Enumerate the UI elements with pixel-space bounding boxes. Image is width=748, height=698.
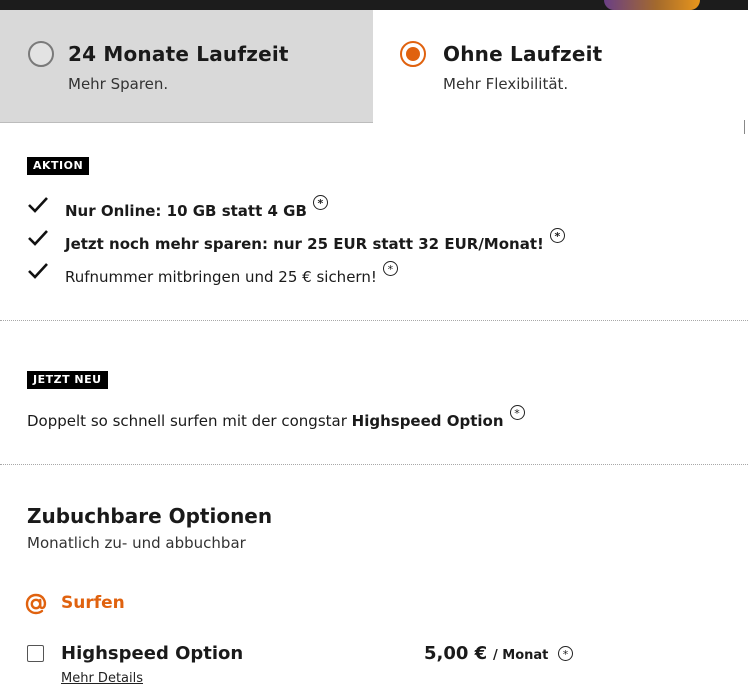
section-divider bbox=[0, 464, 748, 465]
at-sign-icon bbox=[25, 593, 47, 615]
option-price: 5,00 € bbox=[424, 643, 488, 664]
option-category-label: Surfen bbox=[61, 593, 125, 613]
promo-item-text: Rufnummer mitbringen und 25 € sichern! * bbox=[65, 261, 398, 286]
promo-item-label: Jetzt noch mehr sparen: nur 25 EUR statt… bbox=[65, 235, 544, 253]
plan-selector: 24 Monate Laufzeit Mehr Sparen. Ohne Lau… bbox=[0, 10, 748, 123]
footnote-star-icon[interactable]: * bbox=[558, 646, 573, 661]
checkmark-icon bbox=[28, 230, 48, 246]
footnote-star-icon[interactable]: * bbox=[509, 405, 525, 420]
scroll-edge-marker bbox=[744, 120, 748, 134]
plan-option-ohne-laufzeit[interactable]: Ohne Laufzeit Mehr Flexibilität. bbox=[373, 10, 748, 123]
footnote-star-icon[interactable]: * bbox=[312, 195, 328, 210]
radio-selected-icon[interactable] bbox=[400, 41, 426, 67]
plan-option-subtitle: Mehr Flexibilität. bbox=[443, 75, 569, 93]
plan-option-title: 24 Monate Laufzeit bbox=[68, 42, 289, 66]
radio-unselected-icon[interactable] bbox=[28, 41, 54, 67]
checkmark-icon bbox=[28, 263, 48, 279]
promo-item-label: Nur Online: 10 GB statt 4 GB bbox=[65, 202, 307, 220]
option-footnote: * bbox=[558, 643, 573, 662]
options-subheading: Monatlich zu- und abbuchbar bbox=[27, 534, 246, 552]
news-badge: JETZT NEU bbox=[27, 371, 108, 389]
promo-item-label: Rufnummer mitbringen und 25 € sichern! bbox=[65, 268, 377, 286]
plan-option-title: Ohne Laufzeit bbox=[443, 42, 603, 66]
highspeed-option-checkbox[interactable] bbox=[27, 645, 44, 662]
promo-item-text: Jetzt noch mehr sparen: nur 25 EUR statt… bbox=[65, 228, 565, 253]
plan-option-subtitle: Mehr Sparen. bbox=[68, 75, 169, 93]
option-name: Highspeed Option bbox=[61, 643, 244, 664]
hero-image-fragment bbox=[604, 0, 700, 10]
footnote-star-icon[interactable]: * bbox=[382, 261, 398, 276]
more-details-link[interactable]: Mehr Details bbox=[61, 671, 143, 686]
hero-image-strip bbox=[0, 0, 748, 10]
news-text-prefix: Doppelt so schnell surfen mit der congst… bbox=[27, 412, 352, 430]
footnote-star-icon[interactable]: * bbox=[549, 228, 565, 243]
promo-badge: AKTION bbox=[27, 157, 90, 175]
news-text: Doppelt so schnell surfen mit der congst… bbox=[27, 405, 525, 430]
options-heading: Zubuchbare Optionen bbox=[27, 504, 273, 528]
promo-item-text: Nur Online: 10 GB statt 4 GB * bbox=[65, 195, 328, 220]
news-text-highlight: Highspeed Option bbox=[351, 412, 504, 430]
section-divider bbox=[0, 320, 748, 321]
plan-option-24-monate[interactable]: 24 Monate Laufzeit Mehr Sparen. bbox=[0, 10, 373, 123]
checkmark-icon bbox=[28, 197, 48, 213]
option-price-unit: / Monat bbox=[493, 648, 549, 663]
